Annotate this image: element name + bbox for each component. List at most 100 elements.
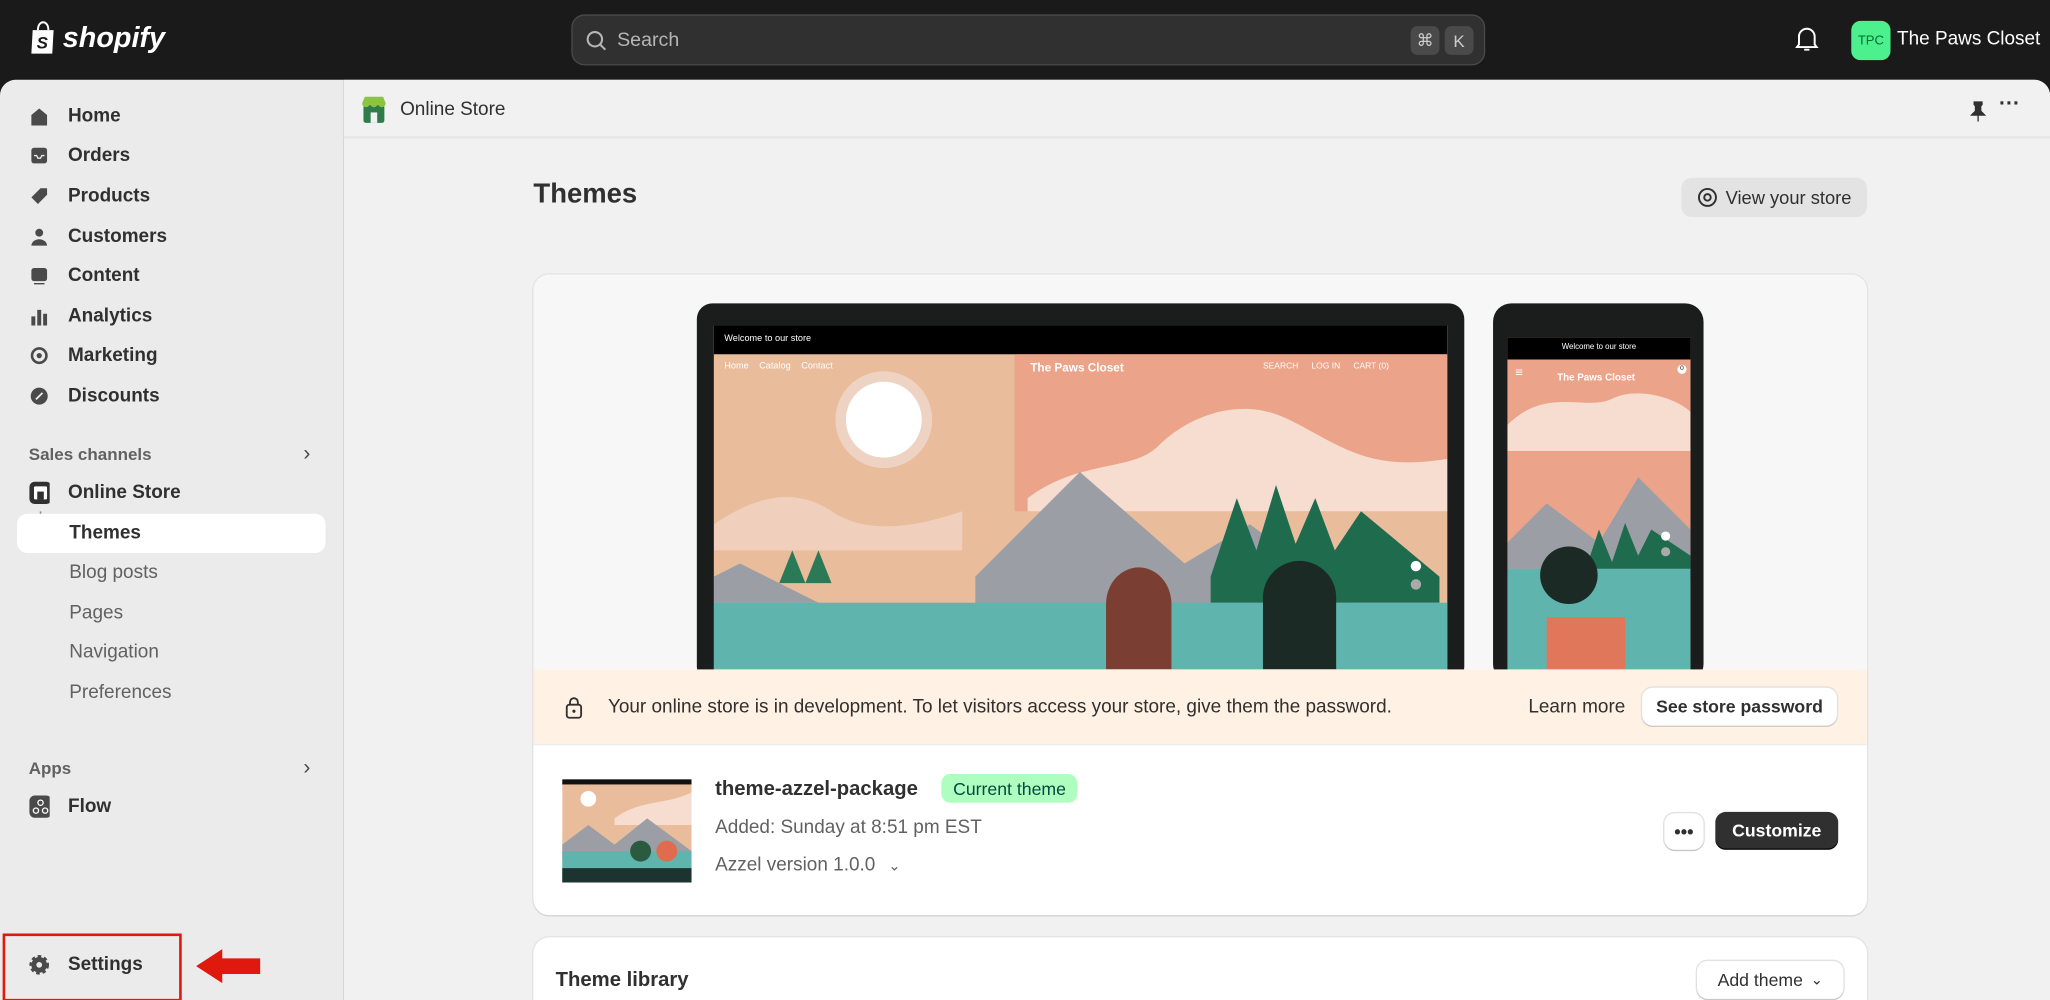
online-store-icon xyxy=(362,96,386,123)
mobile-preview-screen: Welcome to our store ≡ The Paws Closet 0 xyxy=(1507,337,1691,670)
inbox-icon xyxy=(29,145,50,166)
preview-actions: SEARCH LOG IN CART (0) xyxy=(1263,362,1389,371)
announcement-bar: Welcome to our store xyxy=(713,325,1448,355)
sidebar-item-label: Content xyxy=(67,265,140,287)
landscape-illustration xyxy=(713,354,1448,670)
eye-icon xyxy=(1697,187,1717,207)
view-store-button[interactable]: View your store xyxy=(1681,177,1867,218)
sidebar: Home Orders Products Customers Content A… xyxy=(0,79,344,1000)
see-store-password-button[interactable]: See store password xyxy=(1642,687,1837,726)
sidebar-item-blog-posts[interactable]: Blog posts xyxy=(69,562,158,583)
development-banner: Your online store is in development. To … xyxy=(533,669,1867,746)
sidebar-item-label: Marketing xyxy=(67,345,158,367)
sidebar-item-customers[interactable]: Customers xyxy=(29,221,167,252)
theme-version: Azzel version 1.0.0 xyxy=(715,855,876,876)
preview-action: CART (0) xyxy=(1353,362,1389,372)
chevron-right-icon[interactable]: › xyxy=(303,443,310,467)
sidebar-item-marketing[interactable]: Marketing xyxy=(29,340,158,371)
theme-added-date: Added: Sunday at 8:51 pm EST xyxy=(715,817,982,839)
chevron-down-icon: ⌄ xyxy=(1810,972,1823,989)
theme-version-dropdown[interactable]: Azzel version 1.0.0 ⌄ xyxy=(715,855,900,876)
banner-text: Your online store is in development. To … xyxy=(607,696,1392,718)
sidebar-item-themes[interactable]: Themes xyxy=(69,523,141,544)
sidebar-item-navigation[interactable]: Navigation xyxy=(69,642,159,663)
sidebar-item-label: Online Store xyxy=(67,482,181,504)
preview-nav-item: Catalog xyxy=(759,362,791,372)
theme-row: theme-azzel-package Current theme Added:… xyxy=(533,745,1867,915)
brand-name: shopify xyxy=(62,20,166,54)
pin-icon[interactable] xyxy=(1970,101,1986,122)
sidebar-item-online-store[interactable]: Online Store xyxy=(29,477,181,508)
preview-nav-item: Contact xyxy=(801,362,833,372)
theme-preview[interactable]: Welcome to our store Home Catalog Contac… xyxy=(533,274,1867,683)
search-placeholder: Search xyxy=(617,28,680,51)
sidebar-item-label: Analytics xyxy=(67,305,153,327)
search-icon xyxy=(586,30,607,50)
main-content: Online Store ··· Themes View your store … xyxy=(343,79,2050,1000)
view-store-label: View your store xyxy=(1725,186,1852,208)
sidebar-item-label: Orders xyxy=(67,145,131,167)
flow-icon xyxy=(29,795,50,818)
tag-icon xyxy=(29,186,50,207)
sidebar-item-label: Settings xyxy=(67,954,143,976)
page-title: Themes xyxy=(533,179,638,210)
theme-actions-button[interactable]: ••• xyxy=(1664,813,1704,850)
sidebar-item-label: Products xyxy=(67,185,151,207)
current-theme-badge: Current theme xyxy=(941,773,1078,803)
preview-action: LOG IN xyxy=(1311,362,1341,372)
more-options-icon: ••• xyxy=(1674,821,1694,842)
sales-channels-heading: Sales channels xyxy=(28,444,152,465)
apps-heading: Apps xyxy=(28,758,72,778)
header-title: Online Store xyxy=(400,99,506,121)
search-input[interactable]: Search ⌘ K xyxy=(571,14,1486,66)
sidebar-item-label: Customers xyxy=(67,226,168,248)
theme-thumbnail[interactable] xyxy=(562,779,692,883)
preview-nav-item: Home xyxy=(724,362,749,372)
theme-library-card: Theme library Add theme ⌄ xyxy=(533,937,1867,1000)
sidebar-item-preferences[interactable]: Preferences xyxy=(69,682,171,703)
discount-icon xyxy=(29,386,50,407)
lock-icon xyxy=(565,697,583,719)
preview-action: SEARCH xyxy=(1262,362,1299,372)
current-theme-card: Welcome to our store Home Catalog Contac… xyxy=(533,274,1867,916)
button-label: Customize xyxy=(1732,821,1822,841)
sidebar-item-products[interactable]: Products xyxy=(29,180,150,211)
learn-more-link[interactable]: Learn more xyxy=(1528,697,1625,718)
target-icon xyxy=(29,345,50,366)
desktop-preview-screen: Welcome to our store Home Catalog Contac… xyxy=(713,325,1448,670)
shortcut-key-cmd: ⌘ xyxy=(1410,26,1440,55)
person-icon xyxy=(29,226,50,247)
top-bar: S shopify Search ⌘ K TPC The Paws Closet xyxy=(0,0,2050,80)
preview-store-title: The Paws Closet xyxy=(1557,371,1636,384)
shopify-logo[interactable]: S shopify xyxy=(29,21,165,55)
sidebar-item-content[interactable]: Content xyxy=(29,260,140,291)
shopify-bag-icon: S xyxy=(31,21,54,54)
home-icon xyxy=(29,106,50,127)
customize-button[interactable]: Customize xyxy=(1715,811,1839,850)
store-name[interactable]: The Paws Closet xyxy=(1897,29,2040,50)
hamburger-icon: ≡ xyxy=(1515,366,1523,381)
preview-store-title: The Paws Closet xyxy=(1030,360,1124,374)
store-icon xyxy=(29,481,50,505)
sidebar-item-settings[interactable]: Settings xyxy=(29,949,143,980)
theme-library-title: Theme library xyxy=(555,968,689,992)
sidebar-item-label: Discounts xyxy=(67,385,160,407)
sidebar-item-flow[interactable]: Flow xyxy=(29,791,111,822)
add-theme-button[interactable]: Add theme ⌄ xyxy=(1697,960,1844,999)
sidebar-item-analytics[interactable]: Analytics xyxy=(29,301,153,332)
svg-text:S: S xyxy=(37,33,49,52)
sidebar-item-label: Home xyxy=(67,105,121,127)
avatar[interactable]: TPC xyxy=(1851,20,1891,61)
sidebar-item-pages[interactable]: Pages xyxy=(69,603,123,624)
sidebar-item-discounts[interactable]: Discounts xyxy=(29,380,160,411)
sidebar-item-home[interactable]: Home xyxy=(29,101,121,132)
chevron-right-icon[interactable]: › xyxy=(303,757,310,781)
sidebar-item-label: Flow xyxy=(67,796,112,818)
sidebar-item-orders[interactable]: Orders xyxy=(29,140,130,171)
sidebar-item-themes-selected[interactable] xyxy=(16,513,326,554)
button-label: See store password xyxy=(1656,696,1823,717)
chevron-down-icon: ⌄ xyxy=(888,858,901,875)
more-options-icon[interactable]: ··· xyxy=(1999,93,2020,117)
shortcut-key-k: K xyxy=(1444,26,1474,55)
bell-icon[interactable] xyxy=(1795,26,1819,52)
